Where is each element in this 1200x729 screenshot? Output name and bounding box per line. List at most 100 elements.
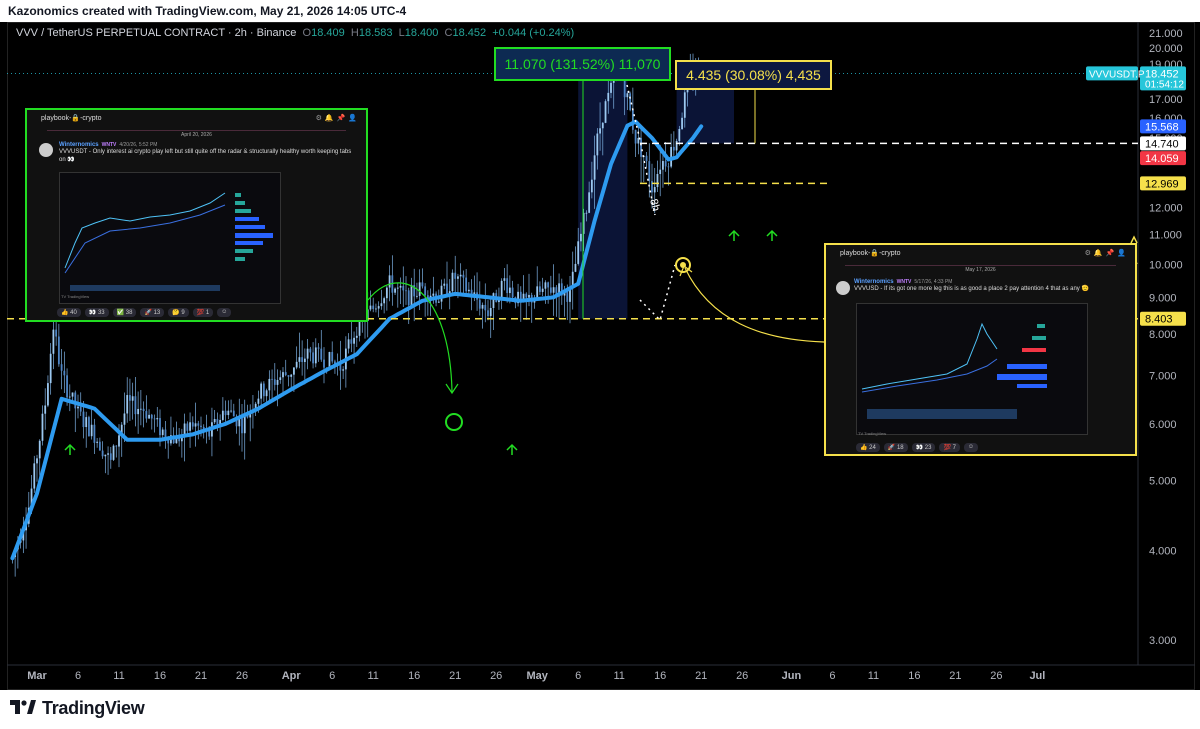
candle-body [350,339,353,344]
candle-body [683,92,686,118]
candle-body [93,424,96,443]
candle-body [421,282,424,287]
candle-body [107,453,109,455]
reaction-chip[interactable]: 🤔 9 [168,308,189,317]
symbol-tag-text: VVVUSDT.P [1089,69,1145,80]
candle-body [293,367,295,375]
reaction-chip[interactable]: 🚀 13 [140,308,165,317]
candle-body [678,128,681,141]
candle-body [399,285,402,288]
symbol-legend: VVV / TetherUS PERPETUAL CONTRACT · 2h ·… [16,27,575,39]
reaction-chip[interactable]: 👍 24 [856,443,880,452]
tradingview-logo[interactable]: TradingView [10,697,145,719]
y-tick-label: 8.000 [1149,329,1177,341]
reaction-chip[interactable]: 💯 7 [939,443,960,452]
candle-body [257,398,260,404]
candle-body [287,375,290,377]
card1-reactions: 👍 40 👀 33 ✅ 38 🚀 13 🤔 9 💯 1 ☺ [57,308,232,317]
candle-body [156,418,159,420]
candle-body [104,454,107,457]
price-label-text: 14.059 [1145,153,1179,165]
reaction-chip[interactable]: ☺ [217,308,232,317]
x-tick-label: 11 [113,670,124,682]
candle-body [648,161,651,182]
y-tick-label: 6.000 [1149,419,1177,431]
candle-body [418,282,421,296]
candle-body [118,435,120,447]
candle-body [148,414,150,419]
candle-body [388,275,391,288]
reaction-chip[interactable]: 💯 1 [192,308,214,317]
candle-body [109,453,112,460]
candle-body [443,283,446,286]
candle-body [544,282,547,289]
card1-tv-label: TV TradingView [61,294,90,299]
embedded-post-card-1: playbook-🔒-crypto ⚙🔔📌👤 April 20, 2026 Wi… [25,108,368,322]
candle-body [320,348,323,360]
candle-body [137,408,140,415]
channel-name: playbook-🔒-crypto [840,250,901,257]
candle-body [82,411,85,428]
candle-body [552,287,555,293]
countdown-label: 01:54:12 [1145,79,1184,90]
candle-body [634,129,637,144]
candle-body [667,166,670,168]
card2-date: May 17, 2026 [844,265,1117,273]
candle-body [216,419,219,425]
candle-body [112,445,115,460]
x-tick-label: 21 [949,670,961,682]
candle-body [596,133,599,156]
y-tick-label: 11.000 [1149,230,1182,242]
green-curve-arrow [367,282,453,393]
candle-body [672,146,675,151]
candle-body [282,372,284,378]
card1-chart-screenshot [59,172,281,304]
candle-body [549,287,552,293]
candle-body [492,293,495,308]
candle-body [405,290,407,292]
candle-body [66,375,68,398]
candle-body [451,272,454,292]
candle-body [262,383,265,397]
candle-body [74,392,77,409]
x-tick-label: Apr [282,670,302,682]
candle-body [528,294,530,298]
y-tick-label: 21.000 [1149,28,1183,40]
reaction-chip[interactable]: ☺ [963,443,979,452]
reaction-chip[interactable]: 🚀 18 [883,443,908,452]
candle-body [303,358,306,363]
candle-body [675,140,678,151]
candle-body [49,353,52,384]
candle-body [610,82,612,93]
candle-body [539,286,541,292]
y-tick-label: 7.000 [1149,371,1177,383]
x-tick-label: 11 [367,670,378,682]
open-value: 18.409 [311,27,345,39]
x-tick-label: 16 [908,670,920,682]
candle-body [525,293,528,298]
candle-body [98,441,101,451]
x-tick-label: 11 [868,670,879,682]
candle-body [459,274,462,277]
reaction-chip[interactable]: 👀 23 [911,443,936,452]
candle-body [314,347,317,364]
candle-body [290,374,293,377]
candle-body [681,117,683,129]
x-tick-label: 6 [575,670,581,682]
candle-body [631,110,634,130]
candle-body [221,410,224,420]
candle-body [664,161,667,167]
candle-body [77,406,79,409]
reaction-chip[interactable]: ✅ 38 [112,308,137,317]
author-avatar [39,143,53,157]
reaction-chip[interactable]: 👀 33 [84,308,109,317]
candle-body [126,395,129,414]
card2-chart-screenshot [856,303,1088,435]
reaction-chip[interactable]: 👍 40 [57,308,81,317]
candle-body [90,424,93,437]
price-label-text: 15.568 [1145,121,1179,133]
candle-body [197,423,200,426]
candle-body [653,187,656,193]
candle-body [44,405,47,414]
candle-body [607,92,610,102]
